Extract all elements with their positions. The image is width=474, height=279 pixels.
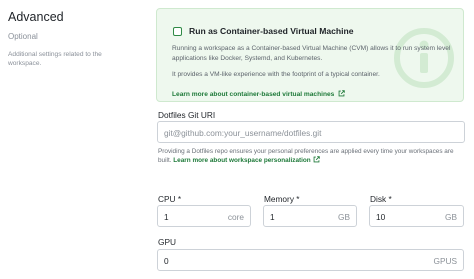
cpu-label: CPU * [158, 194, 181, 204]
dotfiles-placeholder: git@github.com:your_username/dotfiles.gi… [164, 128, 322, 138]
disk-unit: GB [445, 212, 457, 222]
memory-label: Memory * [264, 194, 300, 204]
disk-input[interactable]: 10 GB [369, 205, 464, 227]
memory-label-text: Memory [264, 194, 294, 204]
external-link-icon [313, 156, 320, 163]
memory-unit: GB [338, 212, 350, 222]
cpu-input[interactable]: 1 core [157, 205, 251, 227]
section-description: Additional settings related to the works… [8, 51, 102, 67]
cvm-checkbox[interactable] [173, 26, 182, 36]
cvm-toggle-row[interactable]: Run as Container-based Virtual Machine [173, 26, 354, 36]
gpu-input[interactable]: 0 GPUS [157, 249, 464, 271]
personalization-link[interactable]: Learn more about workspace personalizati… [173, 156, 320, 164]
disk-label: Disk * [370, 194, 392, 204]
dotfiles-label: Dotfiles Git URI [158, 110, 216, 120]
cpu-label-text: CPU [158, 194, 176, 204]
dotfiles-helper: Providing a Dotfiles repo ensures your p… [158, 147, 458, 166]
cvm-learn-more-text[interactable]: Learn more about container-based virtual… [172, 91, 334, 98]
cpu-unit: core [227, 212, 244, 222]
gpu-value: 0 [164, 256, 169, 266]
gpu-unit: GPUS [433, 256, 457, 266]
external-link-icon [338, 90, 345, 97]
cvm-description-secondary: It provides a VM-like experience with th… [172, 71, 380, 78]
advanced-section-header: Advanced Optional Additional settings re… [8, 9, 128, 68]
memory-value: 1 [270, 212, 275, 222]
disk-label-text: Disk [370, 194, 387, 204]
memory-required-mark: * [296, 194, 300, 204]
cvm-card: Run as Container-based Virtual Machine R… [156, 8, 464, 102]
cpu-required-mark: * [177, 194, 182, 204]
section-optional-label: Optional [8, 32, 38, 41]
section-title: Advanced [8, 10, 64, 24]
memory-input[interactable]: 1 GB [263, 205, 357, 227]
cpu-value: 1 [164, 212, 169, 222]
personalization-link-text[interactable]: Learn more about workspace personalizati… [173, 157, 310, 164]
cvm-learn-more-link[interactable]: Learn more about container-based virtual… [172, 90, 345, 98]
disk-value: 10 [376, 212, 386, 222]
disk-required-mark: * [388, 194, 392, 204]
dotfiles-input[interactable]: git@github.com:your_username/dotfiles.gi… [157, 121, 465, 143]
gpu-label: GPU [158, 237, 176, 247]
cvm-label[interactable]: Run as Container-based Virtual Machine [189, 26, 354, 36]
cvm-description: Running a workspace as a Container-based… [172, 45, 451, 62]
